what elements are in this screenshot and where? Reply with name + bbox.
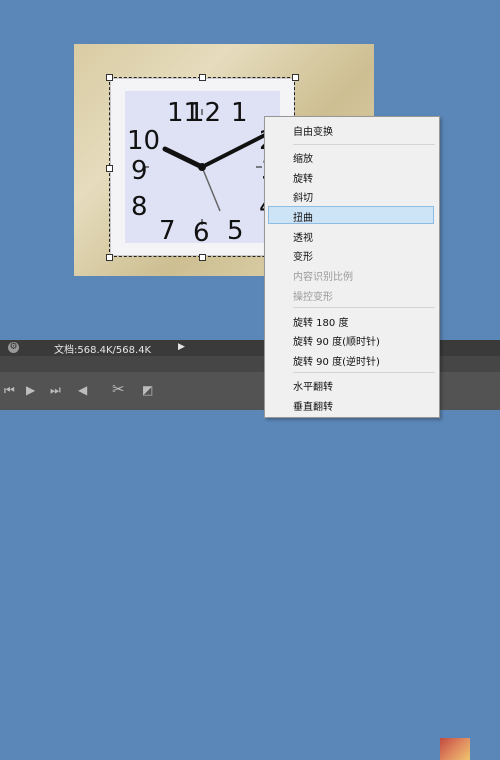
transform-handle[interactable] <box>199 254 206 261</box>
scissors-icon[interactable]: ✂ <box>112 380 125 398</box>
menu-item-rotate[interactable]: 旋转 <box>293 170 313 185</box>
menu-item-scale[interactable]: 缩放 <box>293 150 313 165</box>
menu-item-content-aware-scale: 内容识别比例 <box>293 272 353 283</box>
menu-separator <box>293 307 435 308</box>
doc-info: 文档:568.4K/568.4K <box>54 345 152 356</box>
transform-handle[interactable] <box>199 74 206 81</box>
transform-handle[interactable] <box>106 254 113 261</box>
menu-item-warp[interactable]: 变形 <box>293 248 313 263</box>
menu-item-rotate-90-ccw[interactable]: 旋转 90 度(逆时针) <box>293 353 380 368</box>
color-swatch <box>440 738 470 760</box>
play-icon[interactable]: ▶ <box>26 383 35 397</box>
transform-handle[interactable] <box>292 74 299 81</box>
step-back-icon[interactable]: ⏮ <box>4 383 15 398</box>
play-arrow-icon[interactable]: ▶ <box>178 342 185 352</box>
menu-separator <box>293 372 435 373</box>
menu-item-flip-vertical[interactable]: 垂直翻转 <box>293 398 333 413</box>
menu-item-flip-horizontal[interactable]: 水平翻转 <box>293 378 333 393</box>
menu-item-perspective[interactable]: 透视 <box>293 229 313 244</box>
menu-item-free-transform[interactable]: 自由变换 <box>293 123 333 138</box>
gear-icon[interactable]: ⚙ <box>8 342 19 353</box>
menu-item-distort[interactable]: 扭曲 <box>293 209 313 224</box>
speaker-icon[interactable]: ◀ <box>78 383 87 397</box>
transition-icon[interactable]: ◩ <box>142 383 153 397</box>
transform-context-menu: 自由变换 缩放 旋转 斜切 扭曲 透视 变形 内容识别比例 操控变形 旋转 18… <box>264 116 440 418</box>
step-forward-icon[interactable]: ⏭ <box>50 383 61 398</box>
transform-handle[interactable] <box>106 165 113 172</box>
menu-item-rotate-180[interactable]: 旋转 180 度 <box>293 314 348 329</box>
menu-item-skew[interactable]: 斜切 <box>293 189 313 204</box>
transform-handle[interactable] <box>106 74 113 81</box>
menu-item-rotate-90-cw[interactable]: 旋转 90 度(顺时针) <box>293 333 380 348</box>
menu-separator <box>293 144 435 145</box>
menu-item-puppet-warp: 操控变形 <box>293 292 333 303</box>
